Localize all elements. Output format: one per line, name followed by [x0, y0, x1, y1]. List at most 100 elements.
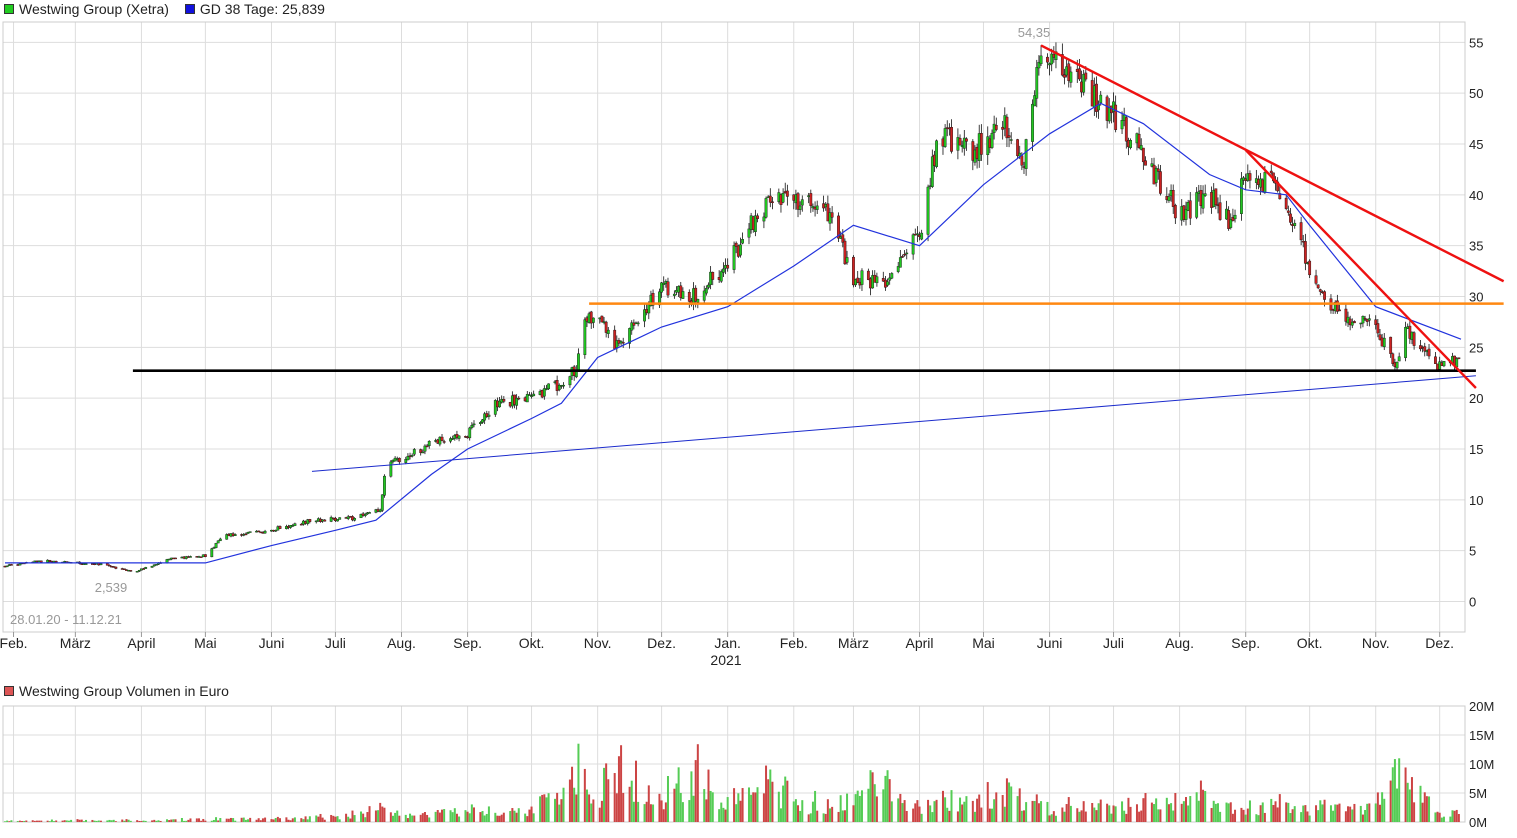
volume-bar-series — [4, 743, 1460, 822]
volume-bar — [1076, 808, 1079, 822]
volume-bar — [95, 820, 98, 822]
volume-bar — [509, 811, 512, 822]
candle-body — [647, 304, 651, 314]
volume-bar — [21, 820, 24, 822]
volume-bar — [711, 792, 714, 822]
volume-bar — [391, 815, 394, 822]
candle-body — [84, 563, 88, 565]
volume-bar — [362, 813, 365, 822]
volume-bar — [547, 793, 550, 822]
volume-bar — [801, 800, 804, 822]
volume-bar — [1349, 806, 1352, 822]
volume-bar — [466, 811, 469, 822]
volume-bar — [1212, 800, 1215, 822]
volume-bar — [1263, 812, 1266, 822]
candle-body — [363, 514, 367, 516]
volume-bar — [628, 786, 631, 822]
candle-body — [1397, 356, 1401, 362]
volume-bar — [458, 816, 461, 822]
volume-bar — [688, 800, 691, 822]
volume-bar — [603, 767, 606, 822]
volume-bar — [811, 801, 814, 822]
candle-body — [421, 451, 425, 454]
price-x-tick-label: Feb. — [780, 635, 808, 651]
volume-bar — [750, 794, 753, 822]
candle-body — [687, 292, 691, 302]
volume-bar — [912, 808, 915, 822]
volume-bar — [323, 819, 326, 822]
volume-bar — [875, 796, 878, 822]
volume-bar — [690, 771, 693, 822]
price-x-tick-label: April — [906, 635, 934, 651]
price-x-axis: Feb. März April Mai Juni Juli Aug. Sep. Okt. Nov.… — [0, 632, 1454, 651]
volume-bar — [1364, 809, 1367, 822]
date-range-label: 28.01.20 - 11.12.21 — [10, 612, 122, 627]
candle-body — [383, 475, 386, 496]
price-y-tick-label: 45 — [1469, 137, 1483, 152]
volume-bar — [377, 810, 380, 822]
volume-bar — [869, 770, 872, 822]
volume-bar — [871, 772, 874, 822]
volume-y-tick-label: 0M — [1469, 815, 1487, 830]
volume-bar — [438, 812, 441, 822]
volume-bar — [692, 795, 695, 822]
volume-bar — [562, 787, 565, 822]
candle-body — [1323, 291, 1326, 300]
volume-bar — [1061, 807, 1064, 822]
candle-body — [502, 399, 506, 402]
candle-body — [856, 277, 860, 283]
volume-bar — [916, 800, 919, 822]
candle-body — [990, 132, 994, 148]
candle-body — [798, 205, 802, 210]
volume-bar — [434, 811, 437, 822]
volume-bar — [1276, 807, 1279, 822]
volume-bar — [828, 808, 831, 822]
volume-bar — [1172, 810, 1175, 822]
volume-bar — [1419, 785, 1422, 822]
volume-bar — [498, 815, 501, 822]
candle-body — [1078, 68, 1081, 80]
volume-bar — [762, 793, 765, 822]
candle-body — [886, 281, 889, 286]
volume-bar — [353, 815, 356, 822]
candle-body — [263, 530, 267, 534]
volume-bar — [170, 819, 173, 822]
volume-bar — [396, 810, 399, 822]
candle-body — [1039, 55, 1043, 65]
volume-bar — [858, 795, 861, 822]
volume-bar — [70, 819, 73, 822]
volume-bar — [905, 810, 908, 822]
volume-bar — [1323, 799, 1326, 822]
candle-body — [1318, 289, 1322, 292]
volume-bar — [389, 812, 392, 822]
volume-bar — [588, 794, 591, 822]
candle-body — [905, 252, 909, 255]
volume-bar — [771, 781, 774, 822]
volume-bar — [140, 821, 143, 822]
volume-bar — [822, 813, 825, 822]
volume-bar — [1259, 805, 1262, 822]
volume-bar — [1374, 803, 1377, 822]
candle-body — [174, 557, 177, 560]
volume-bar — [319, 813, 322, 822]
candle-body — [1240, 178, 1243, 214]
volume-bar — [232, 818, 235, 822]
volume-bar — [368, 806, 371, 822]
volume-bar — [754, 792, 757, 822]
candle-body — [1376, 323, 1380, 334]
volume-bar — [941, 790, 944, 822]
volume-bar — [1378, 804, 1381, 822]
volume-bar — [293, 817, 296, 822]
volume-bar — [752, 792, 755, 822]
candle-body — [233, 534, 237, 536]
volume-bar — [383, 807, 386, 822]
volume-bar — [1451, 810, 1454, 822]
volume-bar — [927, 799, 930, 822]
volume-bar — [643, 804, 646, 822]
volume-bar — [35, 820, 38, 822]
volume-bar — [197, 818, 200, 822]
candle-body — [468, 427, 472, 439]
candle-body — [1005, 116, 1009, 139]
volume-bar — [404, 814, 407, 822]
candle-body — [950, 127, 953, 152]
